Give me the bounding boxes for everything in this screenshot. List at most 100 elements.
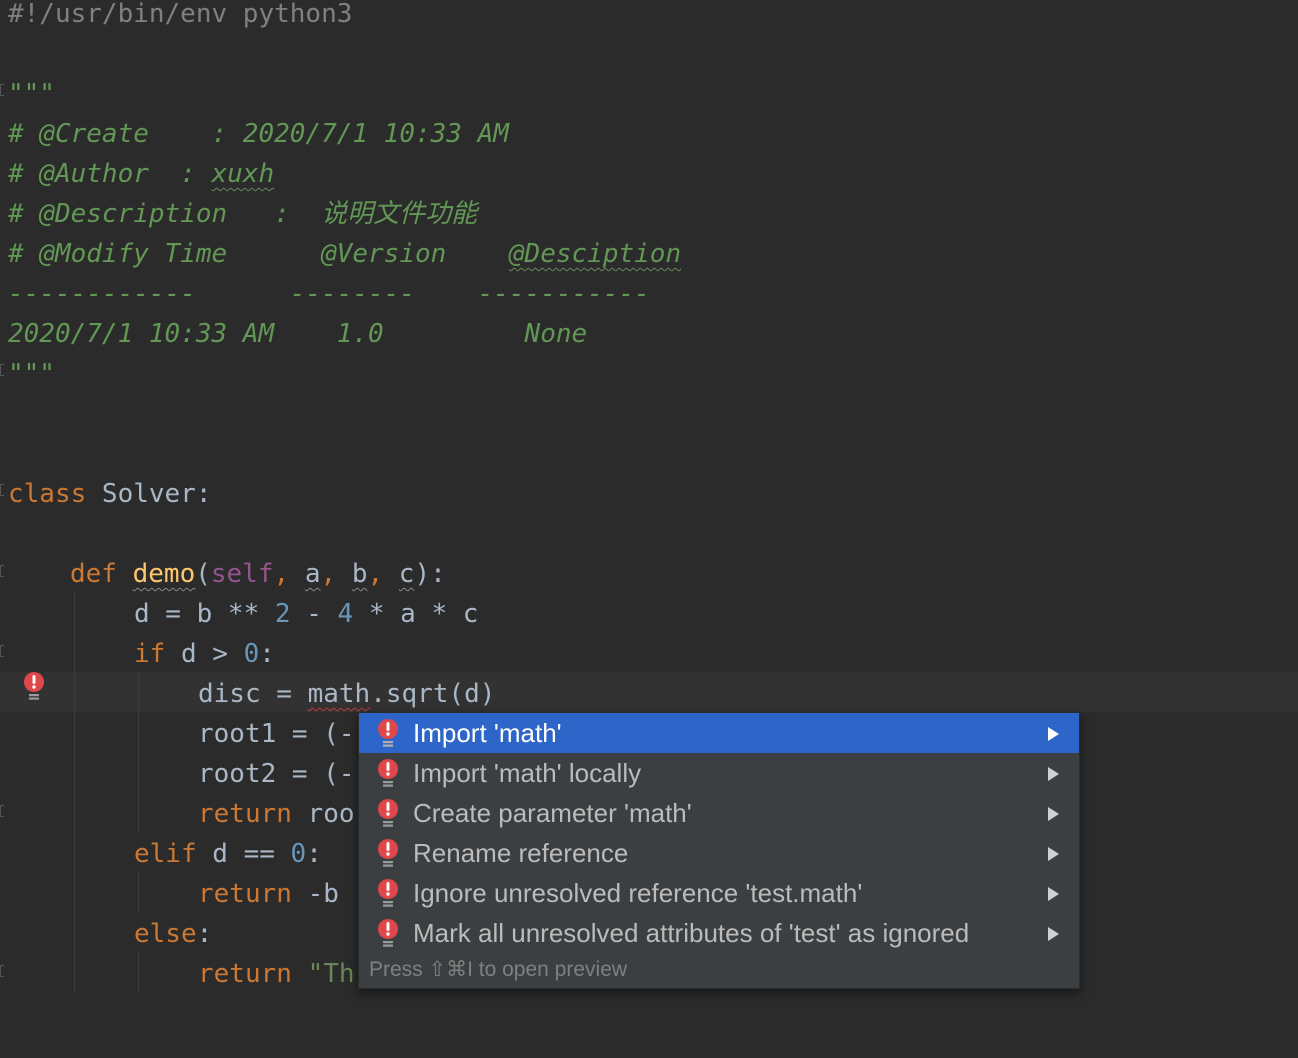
- if-condition: d >: [165, 639, 244, 669]
- submenu-arrow-icon[interactable]: [1048, 887, 1059, 901]
- keyword-else: else: [134, 919, 197, 949]
- code-line-doc-close: """: [8, 354, 55, 394]
- indent-guide: [74, 592, 75, 992]
- return-string: "Th: [291, 959, 355, 989]
- error-bulb-icon: [378, 799, 398, 827]
- code-line-doc-author: # @Author : xuxh: [8, 154, 274, 194]
- submenu-arrow-icon[interactable]: [1048, 927, 1059, 941]
- param-b: b: [351, 559, 368, 589]
- fold-marker[interactable]: [0, 84, 4, 96]
- code-line-doc-desc: # @Description : 说明文件功能: [8, 194, 477, 234]
- code-line-doc-open: """: [8, 74, 55, 114]
- paren: (: [195, 559, 211, 589]
- param-self: self: [210, 559, 274, 589]
- error-bulb-icon: [378, 919, 398, 947]
- code-line-doc-modify: # @Modify Time @Version @Desciption: [8, 234, 681, 274]
- shebang-text: #!/usr/bin/env python3: [8, 0, 353, 29]
- root2-text: root2 = (-: [198, 759, 355, 789]
- docstring-quotes: """: [8, 359, 55, 389]
- menu-item-label: Import 'math': [413, 718, 562, 748]
- submenu-arrow-icon[interactable]: [1048, 767, 1059, 781]
- error-bulb-icon: [378, 839, 398, 867]
- doc-create-text: # @Create : 2020/7/1 10:33 AM: [8, 119, 509, 149]
- number: 4: [337, 599, 354, 629]
- return-value: -b: [291, 879, 339, 909]
- paren: ):: [414, 559, 446, 589]
- code-line-doc-dashes: ------------ -------- -----------: [8, 274, 650, 314]
- code-line-disc: disc = math.sqrt(d): [198, 674, 495, 714]
- doc-author-name: xuxh: [211, 159, 275, 189]
- menu-item-create-parameter[interactable]: Create parameter 'math': [359, 793, 1079, 833]
- submenu-arrow-icon[interactable]: [1048, 847, 1059, 861]
- code-line-d-assign: d = b ** 2 - 4 * a * c: [134, 594, 478, 634]
- sqrt-call: .sqrt(d): [370, 679, 496, 709]
- doc-author-prefix: # @Author :: [8, 159, 212, 189]
- doc-desc-text: # @Description : 说明文件功能: [8, 199, 478, 229]
- current-line-highlight: [0, 672, 1298, 712]
- colon: :: [259, 639, 275, 669]
- number: 0: [243, 639, 260, 669]
- comma: ,: [367, 559, 399, 589]
- code-line-root1: root1 = (-: [198, 714, 355, 754]
- menu-item-mark-all-ignored[interactable]: Mark all unresolved attributes of 'test'…: [359, 913, 1079, 953]
- comma: ,: [273, 559, 305, 589]
- error-bulb-icon: [378, 759, 398, 787]
- code-line-doc-row: 2020/7/1 10:33 AM 1.0 None: [8, 314, 587, 354]
- menu-item-label: Ignore unresolved reference 'test.math': [413, 878, 863, 908]
- code-line-if: if d > 0:: [134, 634, 275, 674]
- function-name: demo: [132, 559, 196, 589]
- doc-row-text: 2020/7/1 10:33 AM 1.0 None: [8, 319, 588, 349]
- keyword-elif: elif: [134, 839, 197, 869]
- d-assign-rest: * a * c: [353, 599, 479, 629]
- operator: -: [290, 599, 338, 629]
- code-line-elif: elif d == 0:: [134, 834, 322, 874]
- fold-marker[interactable]: [0, 364, 4, 376]
- error-bulb-icon[interactable]: [22, 671, 46, 701]
- keyword-if: if: [134, 639, 166, 669]
- doc-dashes-text: ------------ -------- -----------: [8, 279, 650, 309]
- class-name: Solver:: [86, 479, 212, 509]
- menu-item-import-math[interactable]: Import 'math': [359, 713, 1079, 753]
- fold-marker[interactable]: [0, 565, 4, 577]
- menu-item-rename-reference[interactable]: Rename reference: [359, 833, 1079, 873]
- disc-assign: disc =: [198, 679, 308, 709]
- colon: :: [306, 839, 322, 869]
- fold-marker[interactable]: [0, 805, 4, 817]
- indent-guide: [138, 952, 139, 992]
- code-line-else: else:: [134, 914, 212, 954]
- doc-modify-desc: @Desciption: [508, 239, 682, 269]
- unresolved-math-reference[interactable]: math: [308, 679, 371, 709]
- elif-condition: d ==: [196, 839, 291, 869]
- fold-marker[interactable]: [0, 645, 4, 657]
- menu-item-label: Import 'math' locally: [413, 758, 642, 788]
- number: 2: [274, 599, 291, 629]
- submenu-arrow-icon[interactable]: [1048, 727, 1059, 741]
- code-line-doc-create: # @Create : 2020/7/1 10:33 AM: [8, 114, 509, 154]
- fold-marker[interactable]: [0, 484, 4, 496]
- doc-modify-prefix: # @Modify Time @Version: [8, 239, 509, 269]
- code-line-return-str: return "Th: [198, 954, 355, 994]
- menu-item-label: Mark all unresolved attributes of 'test'…: [413, 918, 970, 948]
- keyword-return: return: [198, 959, 292, 989]
- menu-item-ignore-unresolved[interactable]: Ignore unresolved reference 'test.math': [359, 873, 1079, 913]
- root1-text: root1 = (-: [198, 719, 355, 749]
- fold-marker[interactable]: [0, 965, 4, 977]
- code-line-return-b: return -b: [198, 874, 339, 914]
- keyword-class: class: [8, 479, 87, 509]
- menu-item-import-math-locally[interactable]: Import 'math' locally: [359, 753, 1079, 793]
- comma: ,: [320, 559, 352, 589]
- return-value: roo: [291, 799, 355, 829]
- menu-item-label: Create parameter 'math': [413, 798, 692, 828]
- code-line-def: def demo(self, a, b, c):: [70, 554, 446, 594]
- menu-item-label: Rename reference: [413, 838, 629, 868]
- code-line-return-roots: return roo: [198, 794, 355, 834]
- preview-hint: Press ⇧⌘I to open preview: [369, 958, 628, 981]
- code-line-root2: root2 = (-: [198, 754, 355, 794]
- param-c: c: [398, 559, 415, 589]
- indent-guide: [138, 672, 139, 832]
- submenu-arrow-icon[interactable]: [1048, 807, 1059, 821]
- intention-actions-popup: Import 'math' Import 'math' locally Crea…: [358, 712, 1080, 989]
- keyword-return: return: [198, 799, 292, 829]
- docstring-quotes: """: [8, 79, 55, 109]
- d-assign: d = b **: [134, 599, 275, 629]
